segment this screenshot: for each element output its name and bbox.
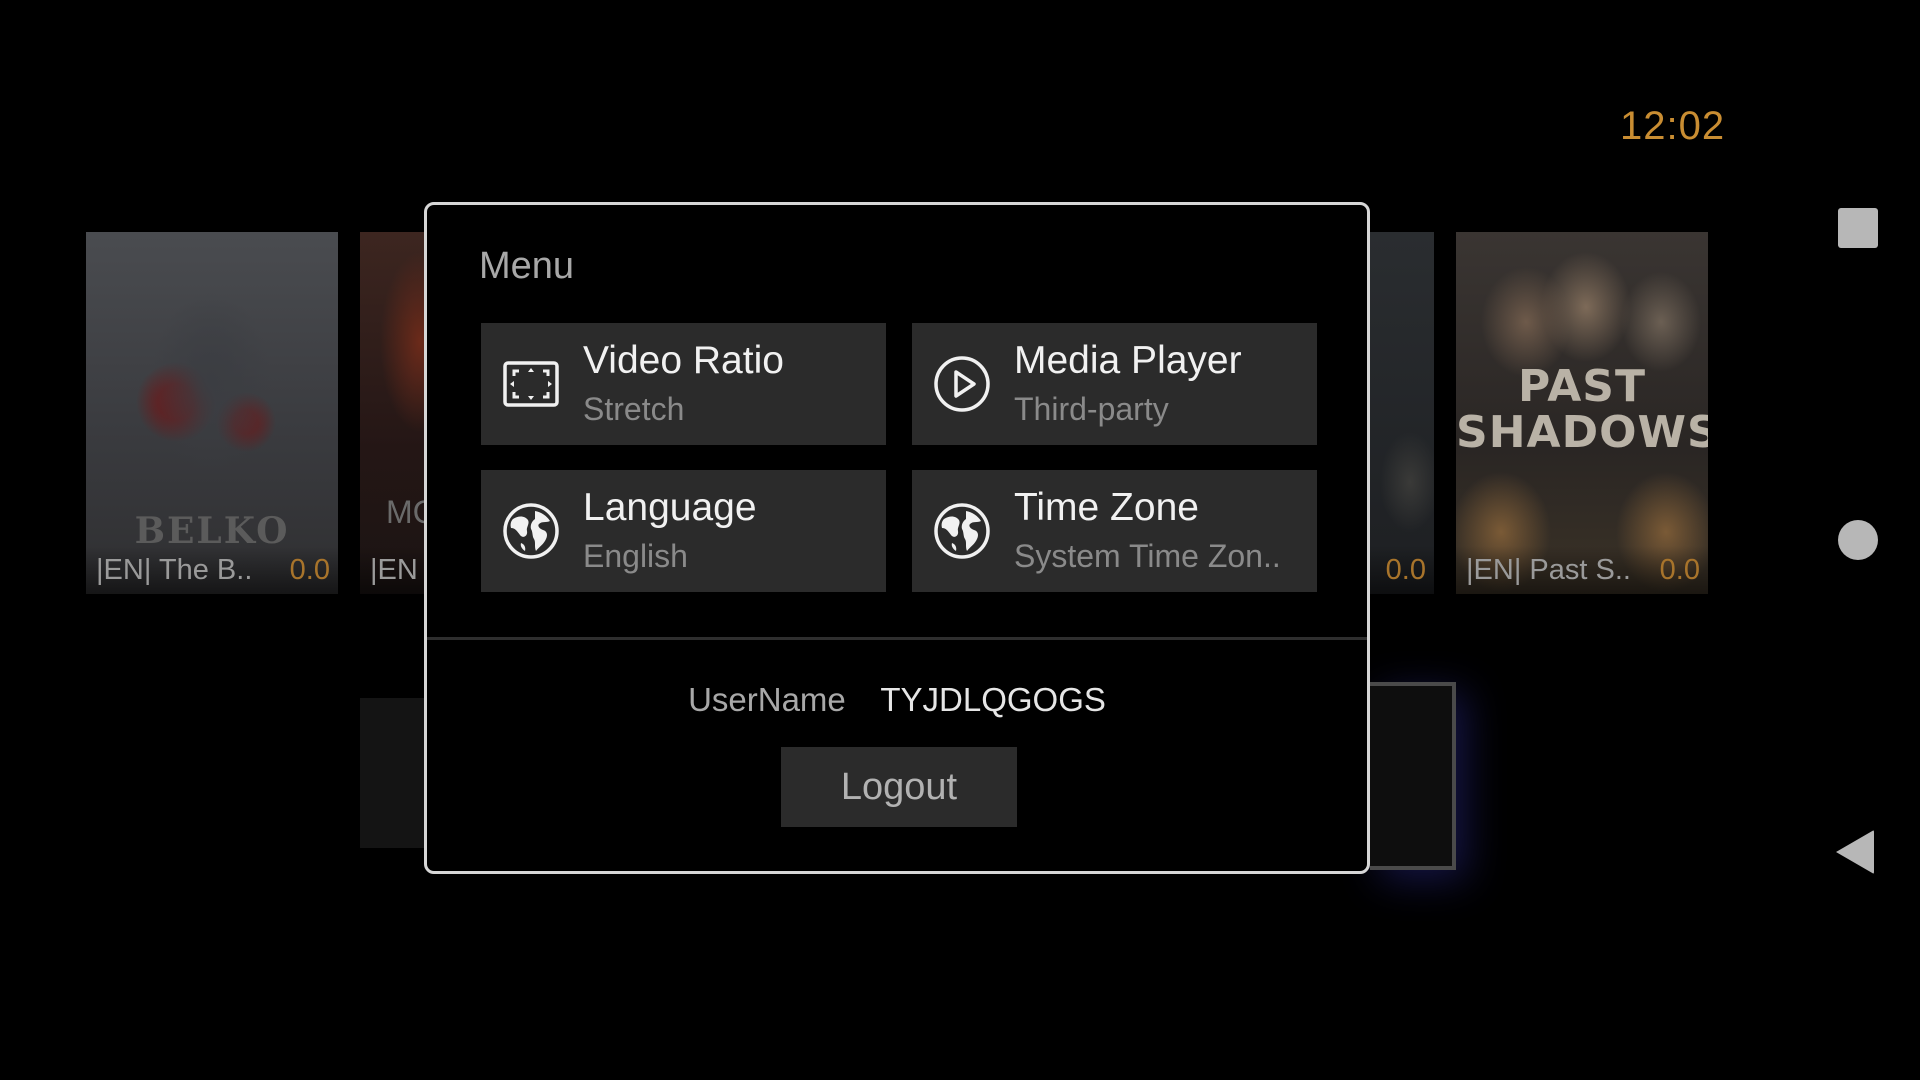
movie-rating: 0.0 [1659,553,1700,586]
movie-rating: 0.0 [289,553,330,586]
movie-caption: |EN [360,546,430,594]
background-panel-focused [1370,682,1456,870]
option-value: Third-party [1014,391,1169,427]
option-label: Media Player [1014,339,1242,382]
movie-caption: |EN| Past S.. 0.0 [1456,546,1708,594]
back-icon[interactable] [1836,830,1874,874]
movie-card[interactable]: PAST SHADOWS |EN| Past S.. 0.0 [1456,232,1708,594]
app-screen: 12:02 BELKO |EN| The B.. 0.0 MC |EN 0.0 … [0,0,1920,1080]
aspect-ratio-icon [503,361,559,407]
option-label: Video Ratio [583,339,784,382]
option-value: Stretch [583,391,685,427]
clock: 12:02 [1620,104,1726,148]
media-player-option[interactable]: Media Player Third-party [912,323,1317,445]
option-value: System Time Zon.. [1014,538,1281,574]
time-zone-option[interactable]: Time Zone System Time Zon.. [912,470,1317,592]
movie-caption: 0.0 [1370,546,1434,594]
movie-card[interactable]: MC |EN [360,232,430,594]
movie-card[interactable]: BELKO |EN| The B.. 0.0 [86,232,338,594]
logout-button[interactable]: Logout [781,747,1017,827]
movie-poster [360,232,430,594]
globe-icon [503,503,559,559]
poster-title: PAST SHADOWS [1456,361,1708,458]
option-value: English [583,538,688,574]
background-panel [360,698,430,848]
option-label: Time Zone [1014,486,1199,529]
globe-icon [934,503,990,559]
movie-title: |EN| The B.. [96,553,253,586]
movie-caption: |EN| The B.. 0.0 [86,546,338,594]
recent-apps-icon[interactable] [1838,208,1878,248]
movie-title: |EN [370,553,418,586]
language-option[interactable]: Language English [481,470,886,592]
movie-rating: 0.0 [1385,553,1426,586]
play-circle-icon [934,356,990,412]
movie-title: |EN| Past S.. [1466,553,1631,586]
option-label: Language [583,486,757,529]
username-label: UserName [688,681,846,718]
home-icon[interactable] [1838,520,1878,560]
movie-card[interactable]: 0.0 [1370,232,1434,594]
movie-poster [1370,232,1434,594]
menu-dialog: Menu Video Ratio Stretch Media Player Th… [424,202,1370,874]
username-value: TYJDLQGOGS [880,681,1106,718]
dialog-title: Menu [479,245,575,287]
video-ratio-option[interactable]: Video Ratio Stretch [481,323,886,445]
username-row: UserName TYJDLQGOGS [427,681,1367,719]
divider [427,637,1367,640]
